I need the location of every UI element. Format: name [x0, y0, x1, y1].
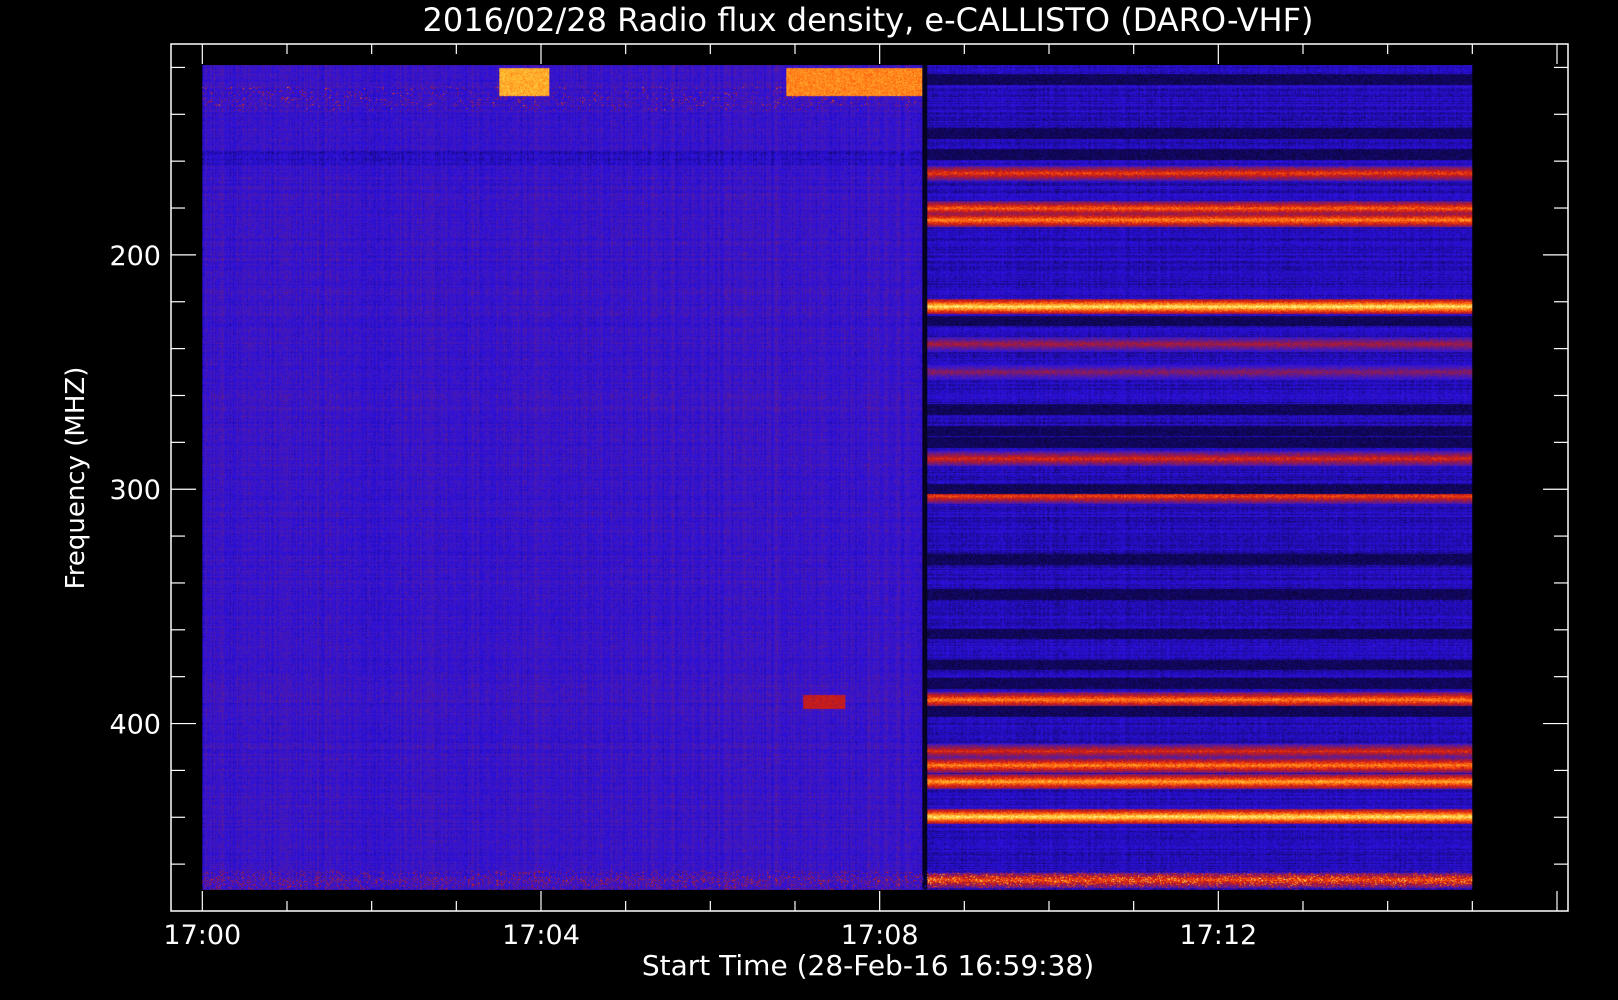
plot-area: [202, 65, 1473, 890]
y-tick-label: 200: [109, 241, 161, 272]
y-tick-label: 300: [109, 475, 161, 506]
x-tick-label: 17:00: [163, 920, 241, 951]
chart-title: 2016/02/28 Radio flux density, e-CALLIST…: [423, 1, 1314, 39]
x-tick-label: 17:12: [1179, 920, 1257, 951]
spectrogram-image: [202, 65, 1473, 890]
y-axis-label: Frequency (MHZ): [61, 367, 91, 590]
spectrogram-chart: 2016/02/28 Radio flux density, e-CALLIST…: [0, 0, 1618, 1000]
x-tick-label: 17:04: [502, 920, 580, 951]
x-tick-label: 17:08: [841, 920, 919, 951]
x-axis-label: Start Time (28-Feb-16 16:59:38): [642, 949, 1094, 982]
y-tick-label: 400: [109, 710, 161, 741]
